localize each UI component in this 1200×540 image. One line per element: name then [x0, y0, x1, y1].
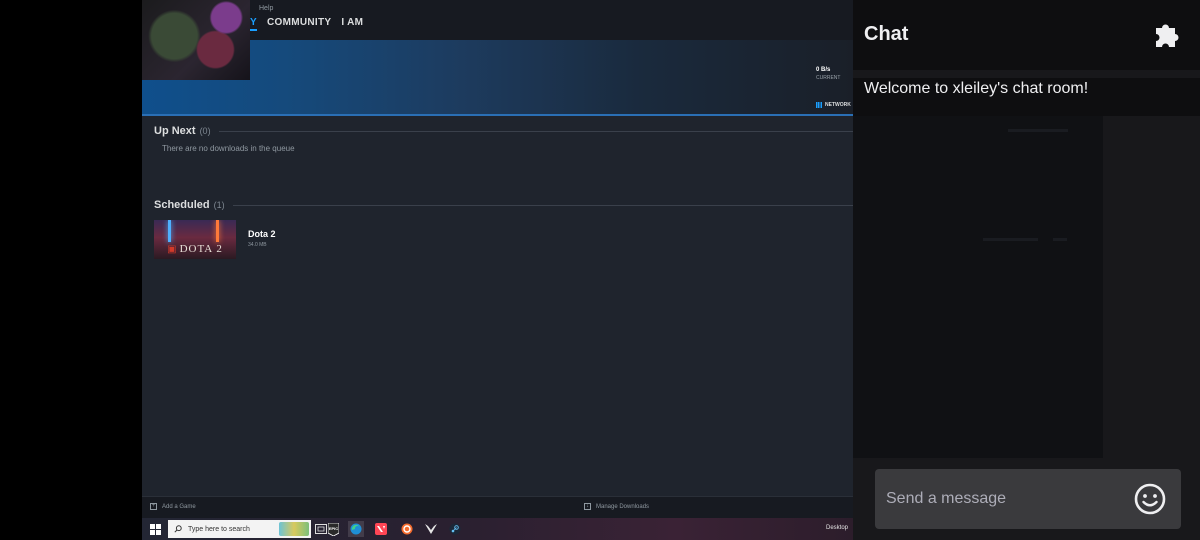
smiley-icon[interactable] — [1133, 482, 1167, 516]
wolf-icon[interactable] — [423, 521, 439, 537]
dota-logo-icon: ▣ — [167, 244, 178, 255]
origin-icon[interactable] — [399, 521, 415, 537]
add-game-button[interactable]: + Add a Game — [150, 503, 196, 510]
nav-profile-tab[interactable]: I AM — [341, 17, 363, 31]
game-name[interactable]: Dota 2 — [248, 229, 276, 239]
scheduled-count: (1) — [213, 200, 225, 210]
search-highlight-image — [279, 522, 309, 536]
steam-nav: Y COMMUNITY I AM — [250, 17, 363, 31]
manage-downloads-label: Manage Downloads — [596, 503, 650, 510]
windows-start-icon[interactable] — [150, 524, 161, 535]
current-speed-label: CURRENT — [816, 75, 841, 81]
search-icon — [174, 525, 182, 533]
bar-chart-icon — [816, 102, 822, 108]
manage-downloads-button[interactable]: ↓ Manage Downloads — [584, 503, 649, 510]
up-next-count: (0) — [199, 126, 211, 136]
download-icon: ↓ — [584, 503, 591, 510]
game-size: 34.0 MB — [248, 242, 267, 248]
divider — [232, 204, 854, 206]
game-thumbnail[interactable]: ▣ DOTA 2 — [154, 220, 236, 259]
valorant-icon[interactable] — [373, 521, 389, 537]
webcam-overlay — [142, 0, 250, 80]
steam-icon[interactable] — [447, 521, 463, 537]
epic-games-icon[interactable]: EPIC — [325, 521, 341, 537]
edge-icon[interactable] — [348, 521, 364, 537]
thumbnail-title: DOTA 2 — [179, 243, 223, 255]
taskbar-search[interactable]: Type here to search — [168, 520, 311, 538]
chat-composer — [853, 458, 1200, 540]
steam-bottom-bar: + Add a Game ↓ Manage Downloads — [142, 496, 854, 518]
chat-welcome-banner: Welcome to xleiley's chat room! — [853, 78, 1200, 116]
network-label: NETWORK — [825, 102, 851, 108]
nav-community-tab[interactable]: COMMUNITY — [267, 17, 331, 31]
add-game-label: Add a Game — [162, 503, 196, 510]
menu-help[interactable]: Help — [259, 5, 273, 12]
up-next-title: Up Next — [154, 125, 196, 137]
nav-library-tab[interactable]: Y — [250, 17, 257, 31]
chat-header: Chat — [853, 0, 1200, 70]
chat-title: Chat — [864, 23, 909, 45]
empty-queue-text: There are no downloads in the queue — [162, 144, 295, 153]
steam-window: Help Y COMMUNITY I AM 0 B/s CURRENT NETW… — [142, 0, 854, 518]
scheduled-header: Scheduled (1) — [154, 199, 854, 211]
network-toggle[interactable]: NETWORK — [816, 102, 851, 108]
current-speed-value: 0 B/s — [816, 67, 831, 73]
scheduled-title: Scheduled — [154, 199, 210, 211]
download-row-dota2[interactable]: ▣ DOTA 2 Dota 2 34.0 MB — [154, 220, 854, 260]
up-next-header: Up Next (0) — [154, 125, 854, 137]
plus-icon: + — [150, 503, 157, 510]
search-placeholder: Type here to search — [188, 525, 250, 533]
chat-welcome-message: Welcome to xleiley's chat room! — [864, 80, 1089, 97]
chat-messages-area — [853, 116, 1103, 458]
desktop-toolbar-label[interactable]: Desktop — [826, 525, 848, 531]
puzzle-icon[interactable] — [1152, 19, 1182, 49]
windows-taskbar: Type here to search EPIC Desktop — [142, 518, 853, 540]
svg-text:EPIC: EPIC — [328, 526, 337, 531]
divider — [218, 130, 854, 132]
chat-panel: Chat Welcome to xleiley's chat room! — [853, 0, 1200, 540]
